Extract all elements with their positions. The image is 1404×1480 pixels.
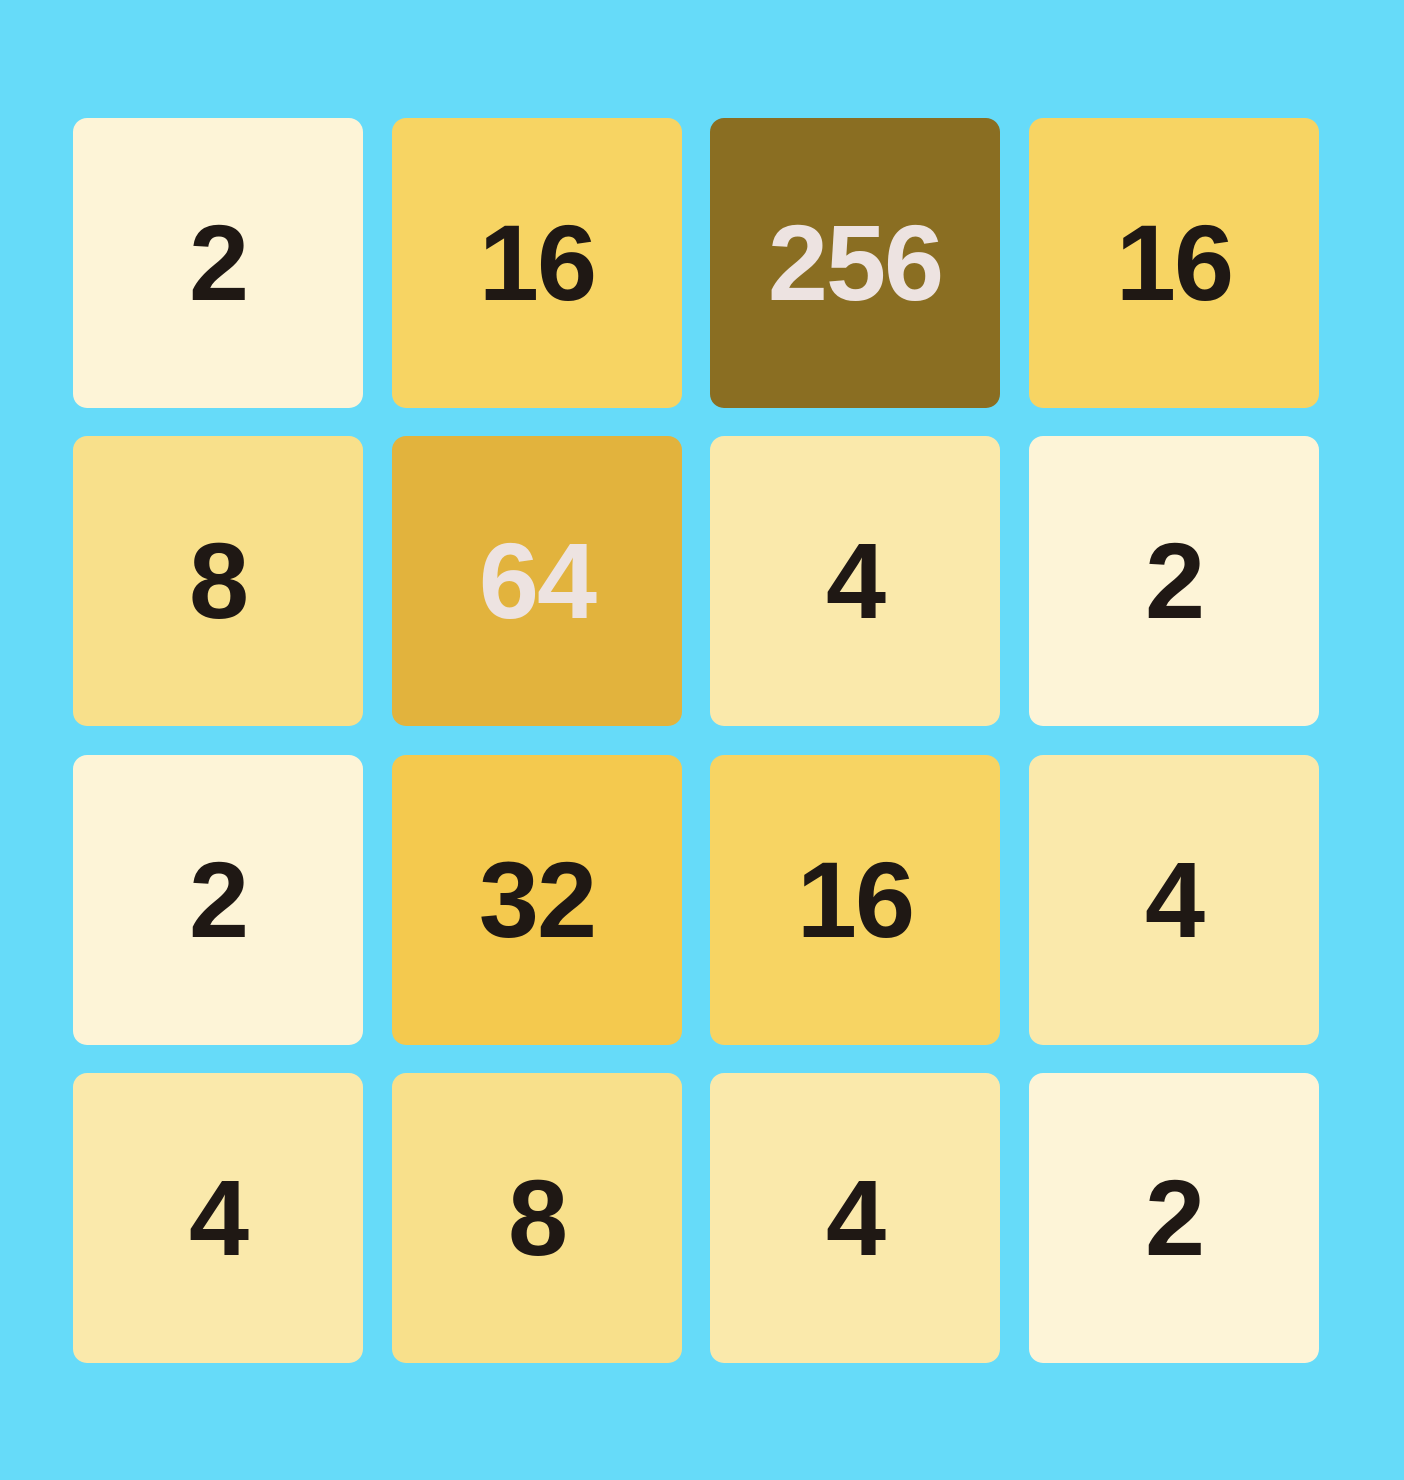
tile-value: 16 — [478, 202, 597, 323]
tile-value: 4 — [825, 520, 886, 641]
tile-r3-c3: 16 — [710, 755, 1000, 1045]
tile-value: 2 — [188, 202, 249, 323]
tile-value: 4 — [188, 1157, 249, 1278]
tile-value: 16 — [1115, 202, 1234, 323]
tile-r1-c2: 16 — [392, 118, 682, 408]
tile-value: 8 — [507, 1157, 568, 1278]
game-board[interactable]: 2 16 256 16 8 64 4 2 2 32 16 4 4 8 4 2 — [73, 118, 1319, 1363]
tile-value: 256 — [767, 202, 944, 323]
tile-value: 2 — [1144, 520, 1205, 641]
tile-value: 16 — [796, 839, 915, 960]
tile-r1-c1: 2 — [73, 118, 363, 408]
tile-value: 8 — [188, 520, 249, 641]
tile-r3-c2: 32 — [392, 755, 682, 1045]
tile-r2-c3: 4 — [710, 436, 1000, 726]
tile-r3-c1: 2 — [73, 755, 363, 1045]
tile-value: 2 — [188, 839, 249, 960]
tile-r3-c4: 4 — [1029, 755, 1319, 1045]
tile-value: 2 — [1144, 1157, 1205, 1278]
tile-value: 64 — [478, 520, 597, 641]
tile-value: 4 — [825, 1157, 886, 1278]
tile-r4-c4: 2 — [1029, 1073, 1319, 1363]
tile-r1-c4: 16 — [1029, 118, 1319, 408]
tile-r4-c2: 8 — [392, 1073, 682, 1363]
tile-r4-c1: 4 — [73, 1073, 363, 1363]
tile-r2-c2: 64 — [392, 436, 682, 726]
tile-value: 32 — [478, 839, 597, 960]
tile-r2-c1: 8 — [73, 436, 363, 726]
tile-value: 4 — [1144, 839, 1205, 960]
tile-r4-c3: 4 — [710, 1073, 1000, 1363]
tile-r1-c3: 256 — [710, 118, 1000, 408]
tile-r2-c4: 2 — [1029, 436, 1319, 726]
